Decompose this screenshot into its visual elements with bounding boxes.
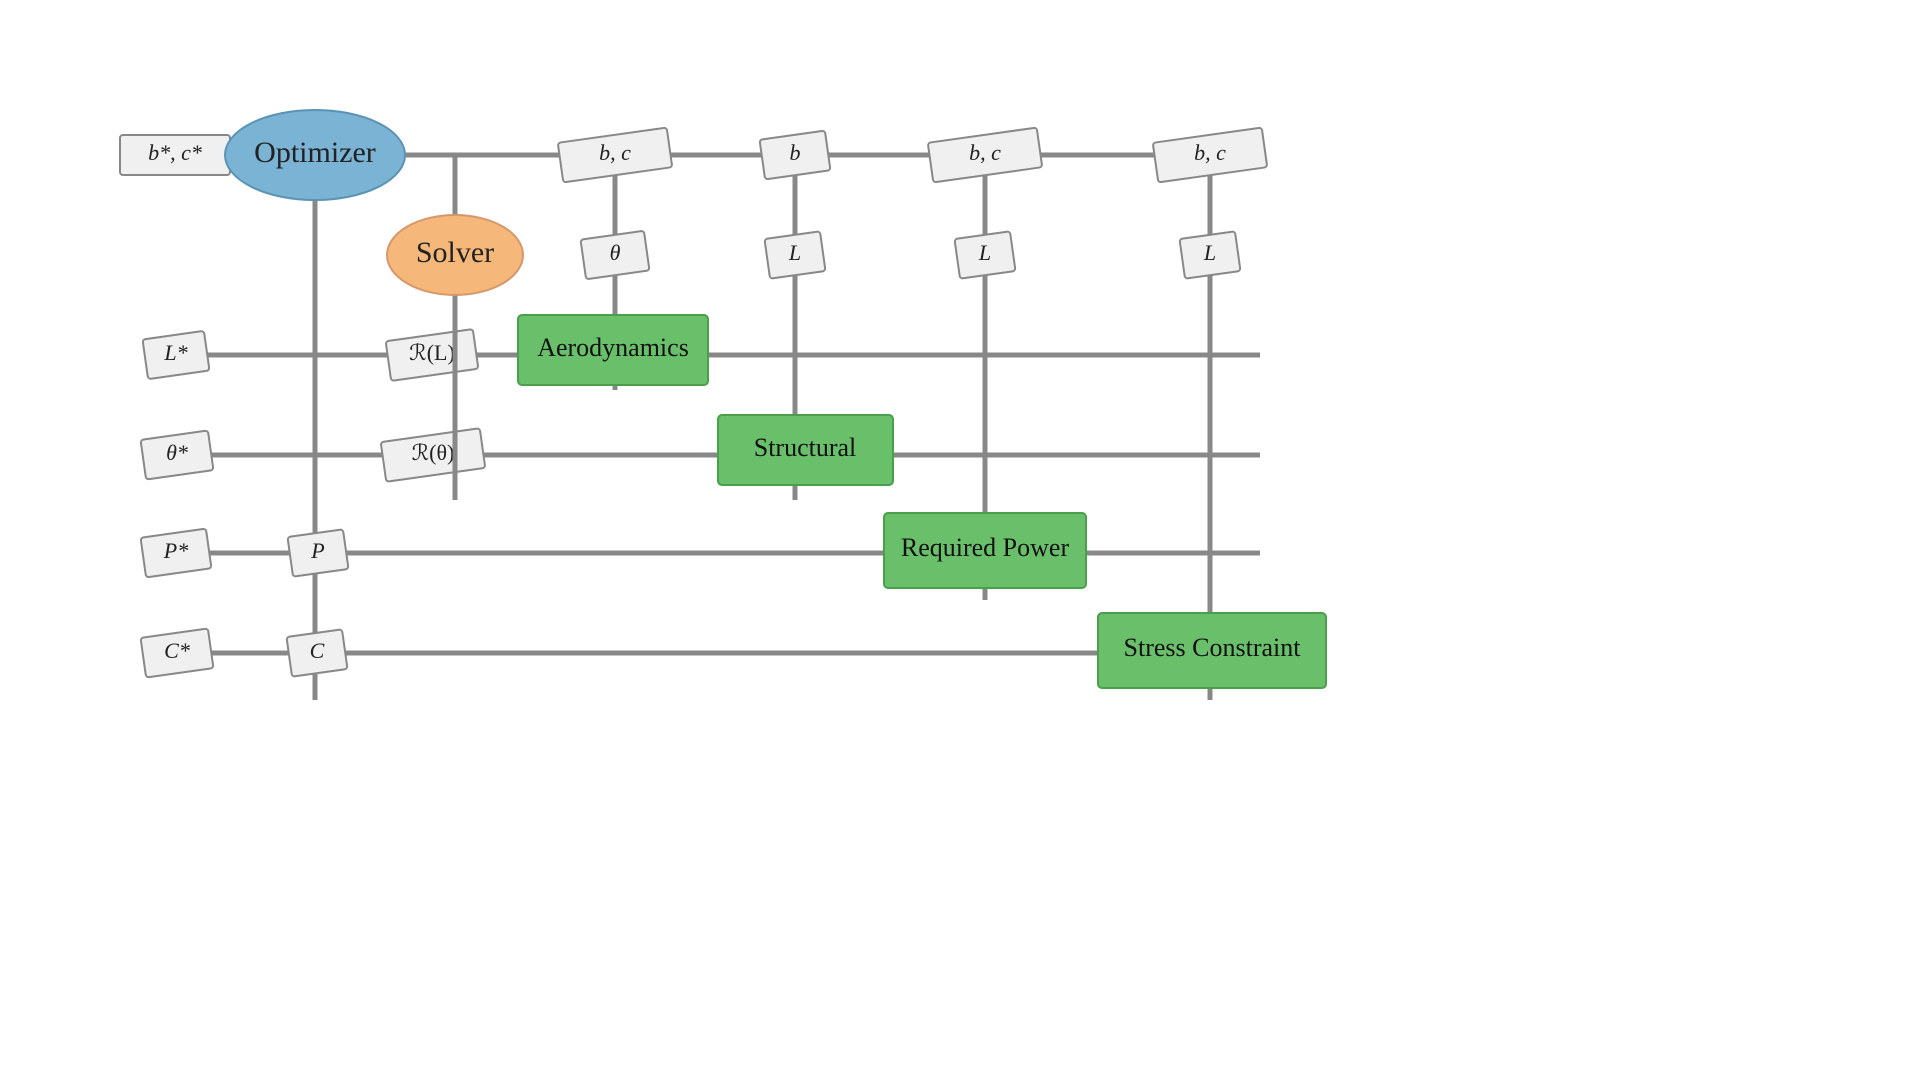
label-b-1: b: [790, 140, 801, 165]
solver-label: Solver: [416, 236, 494, 269]
label-P-star: P*: [163, 538, 188, 563]
label-C: C: [310, 638, 325, 663]
label-L-col4: L: [978, 240, 991, 265]
xdsm-diagram: b*, c* b, c b b, c b, c θ L: [0, 0, 1920, 1080]
label-C-star: C*: [164, 638, 190, 663]
required-power-label: Required Power: [901, 533, 1070, 562]
structural-label: Structural: [754, 433, 857, 462]
label-b-star-c-star: b*, c*: [148, 140, 202, 165]
label-P: P: [310, 538, 324, 563]
aerodynamics-label: Aerodynamics: [537, 333, 689, 362]
label-R-L: ℛ(L): [409, 340, 455, 365]
optimizer-label: Optimizer: [254, 136, 376, 169]
label-R-theta: ℛ(θ): [412, 440, 455, 465]
label-b-c-1: b, c: [599, 140, 631, 165]
diagram-container: b*, c* b, c b b, c b, c θ L: [0, 0, 1920, 1080]
label-theta-star: θ*: [166, 440, 188, 465]
label-L-star: L*: [163, 340, 187, 365]
label-L-col3: L: [788, 240, 801, 265]
label-b-c-2: b, c: [969, 140, 1001, 165]
label-b-c-3: b, c: [1194, 140, 1226, 165]
label-L-col5: L: [1203, 240, 1216, 265]
label-theta-1: θ: [610, 240, 621, 265]
stress-constraint-label: Stress Constraint: [1124, 633, 1302, 662]
